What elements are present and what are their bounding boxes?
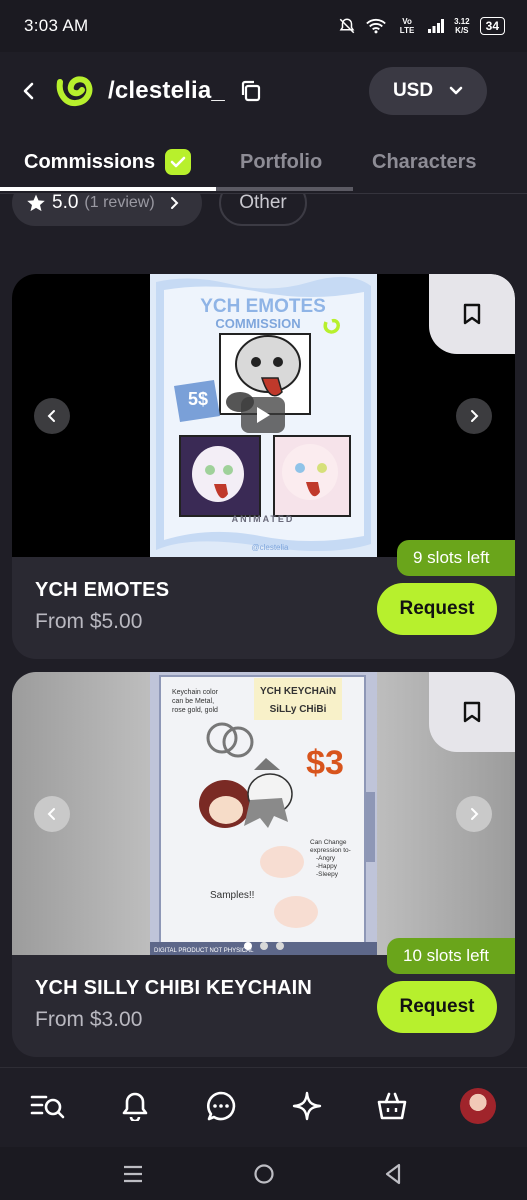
art-samples: Samples!! <box>210 890 254 901</box>
carousel-prev-button[interactable] <box>34 796 70 832</box>
currency-label: USD <box>392 80 434 101</box>
username: /clestelia_ <box>108 77 225 104</box>
listing-price: From $3.00 <box>35 1008 143 1031</box>
tab-label: Commissions <box>24 150 156 173</box>
carousel-dot[interactable] <box>276 942 284 950</box>
status-bar: 3:03 AM Vo LTE 3.12 K/S 34 <box>0 0 527 52</box>
tab-label: Characters <box>372 150 477 173</box>
system-back-icon[interactable] <box>378 1159 408 1189</box>
art-price-tag: 5$ <box>188 389 208 409</box>
listing-title: YCH SILLY CHIBI KEYCHAIN <box>35 977 313 999</box>
tab-characters[interactable]: Characters <box>372 136 477 188</box>
network-label: Vo LTE <box>399 17 415 35</box>
carousel-dots <box>244 942 284 950</box>
chevron-left-icon <box>47 808 55 820</box>
art-heading: YCH EMOTES <box>200 296 326 317</box>
chat-icon[interactable] <box>203 1088 239 1124</box>
listing-card[interactable]: Keychain color can be Metal, rose gold, … <box>12 672 515 1057</box>
chevron-left-icon <box>47 410 55 422</box>
rating-value: 5.0 <box>52 192 79 213</box>
back-button[interactable] <box>14 71 44 111</box>
request-button[interactable]: Request <box>377 981 497 1033</box>
tab-portfolio[interactable]: Portfolio <box>240 136 322 188</box>
search-list-icon[interactable] <box>30 1088 66 1124</box>
bookmark-button[interactable] <box>429 274 515 354</box>
brand-logo <box>53 69 97 113</box>
play-button[interactable] <box>241 397 285 433</box>
battery-indicator: 34 <box>479 17 505 35</box>
speed-unit: K/S <box>455 26 469 35</box>
sparkle-icon[interactable] <box>289 1088 325 1124</box>
chevron-right-icon <box>471 808 479 820</box>
bottom-navigation <box>0 1067 527 1147</box>
art-heading: SiLLy CHiBi <box>270 704 327 715</box>
wifi-icon <box>366 19 386 34</box>
tab-label: Portfolio <box>240 150 323 173</box>
art-note: -Happy <box>316 863 338 870</box>
chevron-right-icon <box>471 410 479 422</box>
status-time: 3:03 AM <box>24 16 89 35</box>
art-caption: ANIMATED <box>232 514 295 524</box>
bookmark-icon <box>463 303 481 325</box>
chevron-down-icon <box>449 86 463 95</box>
art-note: Can Change <box>310 839 347 846</box>
chevron-right-icon <box>170 197 179 209</box>
speed-indicator: 3.12 K/S <box>454 17 470 35</box>
profile-tabs: Commissions Portfolio Characters <box>0 136 527 194</box>
bell-icon[interactable] <box>117 1088 153 1124</box>
speed-value: 3.12 <box>454 17 470 26</box>
art-footer: DIGITAL PRODUCT NOT PHYSICAL <box>154 948 254 954</box>
request-button[interactable]: Request <box>377 583 497 635</box>
art-note: rose gold, gold <box>172 707 218 714</box>
profile-avatar[interactable] <box>460 1088 496 1124</box>
check-icon <box>165 149 192 175</box>
currency-selector[interactable]: USD <box>369 67 487 115</box>
listing-price: From $5.00 <box>35 610 143 633</box>
art-price-tag: $3 <box>306 744 344 782</box>
home-icon[interactable] <box>249 1159 279 1189</box>
art-signature: @clestelia <box>251 543 289 552</box>
review-count: (1 review) <box>84 194 155 211</box>
carousel-dot[interactable] <box>244 942 252 950</box>
art-subheading: COMMISSION <box>215 316 300 331</box>
tab-commissions[interactable]: Commissions <box>24 136 192 188</box>
carousel-dot[interactable] <box>260 942 268 950</box>
listing-artwork: Keychain color can be Metal, rose gold, … <box>150 672 377 955</box>
art-note: expression to- <box>310 847 351 854</box>
signal-icon <box>428 19 445 33</box>
art-note: -Angry <box>316 855 336 862</box>
listing-title: YCH EMOTES <box>35 579 170 601</box>
shopping-bag-icon[interactable] <box>374 1088 410 1124</box>
tab-indicator <box>0 187 216 191</box>
status-icons: Vo LTE 3.12 K/S 34 <box>338 17 505 35</box>
art-note: Keychain color <box>172 689 219 696</box>
art-note: -Sleepy <box>316 871 339 878</box>
avatar <box>460 1088 496 1124</box>
listing-media[interactable]: Keychain color can be Metal, rose gold, … <box>12 672 515 955</box>
recent-apps-icon[interactable] <box>118 1159 148 1189</box>
art-heading: YCH KEYCHAiN <box>260 686 336 697</box>
profile-header: /clestelia_ USD <box>0 52 527 130</box>
copy-icon[interactable] <box>239 79 263 103</box>
star-icon <box>27 194 45 212</box>
play-icon <box>257 407 270 423</box>
art-note: can be Metal, <box>172 698 214 705</box>
carousel-next-button[interactable] <box>456 796 492 832</box>
listing-card[interactable]: YCH EMOTES COMMISSION 5$ ANIMATED @clest… <box>12 274 515 659</box>
bookmark-button[interactable] <box>429 672 515 752</box>
slots-badge: 10 slots left <box>387 938 515 974</box>
listing-media[interactable]: YCH EMOTES COMMISSION 5$ ANIMATED @clest… <box>12 274 515 557</box>
carousel-next-button[interactable] <box>456 398 492 434</box>
chevron-left-icon <box>23 82 34 100</box>
carousel-prev-button[interactable] <box>34 398 70 434</box>
slots-badge: 9 slots left <box>397 540 515 576</box>
other-label: Other <box>239 192 287 213</box>
mute-icon <box>339 18 355 34</box>
bookmark-icon <box>463 701 481 723</box>
system-navigation <box>0 1147 527 1200</box>
